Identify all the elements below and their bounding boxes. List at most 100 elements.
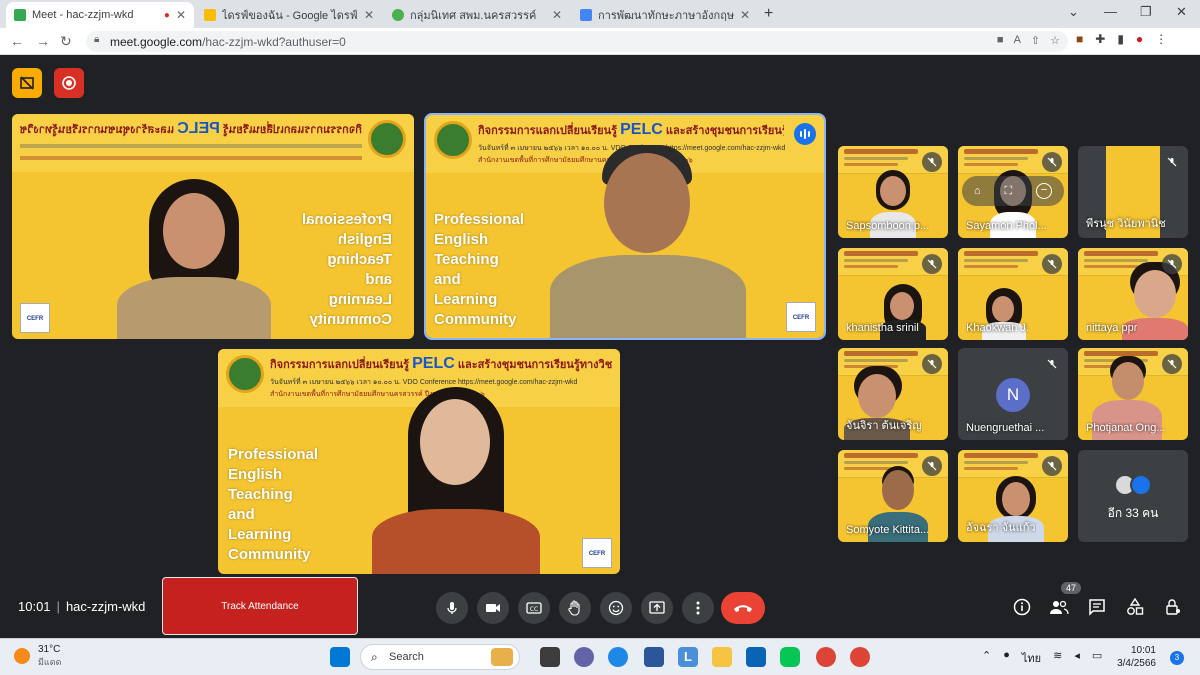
banner-headline: กิจกรรมการแลกเปลี่ยนเรียนรู้ PELC และสร้… <box>270 355 612 372</box>
address-bar[interactable]: 🔒︎ meet.google.com/hac-zzjm-wkd?authuser… <box>86 31 1068 52</box>
bookmark-star-icon[interactable]: ☆ <box>1050 34 1060 47</box>
close-tab-icon[interactable]: ✕ <box>176 8 186 22</box>
sidepanel-icon[interactable]: ▮ <box>1117 32 1124 46</box>
meeting-details-button[interactable] <box>1011 596 1033 618</box>
participant-tile[interactable]: พีรนุช วินัยพานิช <box>1078 146 1188 238</box>
host-controls-button[interactable] <box>1162 596 1184 618</box>
participant-name: Khaokwan J. <box>966 322 1029 334</box>
tab-title: ไดรฟ์ของฉัน - Google ไดรฟ์ <box>222 10 358 22</box>
captions-button[interactable]: CC <box>518 592 550 624</box>
clock[interactable]: 10:01 3/4/2566 <box>1117 644 1156 670</box>
participant-name: Sayamon Phol... <box>966 220 1047 232</box>
close-tab-icon[interactable]: ✕ <box>552 8 562 22</box>
participant-tile[interactable]: จันจิรา ต้นเจริญ <box>838 348 948 440</box>
language-indicator[interactable]: ไทย <box>1022 649 1041 667</box>
recording-icon[interactable] <box>54 68 84 98</box>
profile-avatar[interactable]: ● <box>1136 32 1143 46</box>
more-participants-tile[interactable]: อีก 33 คน <box>1078 450 1188 542</box>
chrome-profile-icon[interactable] <box>850 647 870 667</box>
participant-tile[interactable]: nittaya ppr <box>1078 248 1188 340</box>
banner-headline: กิจกรรมการแลกเปลี่ยนเรียนรู้ PELC และสร้… <box>20 120 362 137</box>
hangup-icon <box>734 605 752 612</box>
leave-call-button[interactable] <box>721 592 765 624</box>
camera-icon[interactable]: ■ <box>997 34 1004 47</box>
line-icon[interactable] <box>780 647 800 667</box>
reactions-button[interactable] <box>600 592 632 624</box>
task-view-icon[interactable] <box>540 647 560 667</box>
maximize-icon[interactable]: ❐ <box>1140 4 1152 20</box>
track-attendance-button[interactable]: Track Attendance <box>162 577 358 635</box>
participant-video <box>358 379 548 574</box>
remove-icon[interactable]: − <box>1036 183 1053 199</box>
start-icon[interactable] <box>330 647 350 667</box>
reload-icon[interactable]: ↻ <box>60 33 72 50</box>
puzzle-icon[interactable]: ✚ <box>1095 32 1105 46</box>
video-tile-presenter-3[interactable]: กิจกรรมการแลกเปลี่ยนเรียนรู้ PELC และสร้… <box>218 349 620 574</box>
tab-meet[interactable]: Meet - hac-zzjm-wkd ● ✕ <box>6 2 194 28</box>
edge-icon[interactable] <box>608 647 628 667</box>
share-icon[interactable]: ⇧ <box>1031 34 1040 47</box>
mic-tray-icon[interactable]: ● <box>1003 649 1010 667</box>
omnibox-icons: ■ A ⇧ ☆ <box>997 34 1060 47</box>
close-tab-icon[interactable]: ✕ <box>740 8 750 22</box>
chat-button[interactable] <box>1086 596 1108 618</box>
mail-icon[interactable] <box>746 647 766 667</box>
new-tab-button[interactable]: + <box>764 5 773 23</box>
participant-tile[interactable]: ⌂ ⛶ − Sayamon Phol... <box>958 146 1068 238</box>
tab-drive[interactable]: ไดรฟ์ของฉัน - Google ไดรฟ์ ✕ <box>196 2 382 28</box>
participant-tile[interactable]: อัจฉรา จันแก้ว <box>958 450 1068 542</box>
l-app-icon[interactable]: L <box>678 647 698 667</box>
mic-button[interactable] <box>436 592 468 624</box>
participant-name: Nuengruethai ... <box>966 422 1045 434</box>
translate-icon[interactable]: A <box>1014 34 1021 47</box>
chevron-up-icon[interactable]: ⌃ <box>982 649 991 667</box>
meet-favicon-icon <box>14 9 26 21</box>
present-button[interactable] <box>641 592 673 624</box>
mic-off-icon <box>922 456 942 476</box>
people-button[interactable] <box>1048 596 1070 618</box>
notification-badge[interactable]: 3 <box>1170 651 1184 665</box>
close-window-icon[interactable]: ✕ <box>1176 4 1187 20</box>
captions-off-icon[interactable] <box>12 68 42 98</box>
browser-tab-bar: Meet - hac-zzjm-wkd ● ✕ ไดรฟ์ของฉัน - Go… <box>0 0 1200 28</box>
volume-icon[interactable]: ◂ <box>1074 649 1080 667</box>
camera-button[interactable] <box>477 592 509 624</box>
participant-tile[interactable]: khanistha srinil <box>838 248 948 340</box>
tab-search-chevron-icon[interactable]: ⌄ <box>1068 4 1079 20</box>
wifi-icon[interactable]: ≋ <box>1053 649 1062 667</box>
video-tile-active-speaker[interactable]: กิจกรรมการแลกเปลี่ยนเรียนรู้ PELC และสร้… <box>424 113 826 340</box>
hover-controls[interactable]: ⌂ ⛶ − <box>962 176 1064 206</box>
video-tile-presenter-1[interactable]: กิจกรรมการแลกเปลี่ยนเรียนรู้ PELC และสร้… <box>12 114 414 339</box>
extension-icon[interactable]: ■ <box>1076 32 1083 46</box>
taskbar-search[interactable]: ⌕ Search <box>360 644 520 670</box>
participant-tile[interactable]: Sapsomboon p... <box>838 146 948 238</box>
pin-icon[interactable]: ⌂ <box>974 185 981 197</box>
participant-tile[interactable]: Khaokwan J. <box>958 248 1068 340</box>
mic-off-icon <box>1042 354 1062 374</box>
minimize-icon[interactable]: — <box>1104 4 1117 19</box>
participant-tile[interactable]: Photjanat Ong... <box>1078 348 1188 440</box>
temperature: 31°C <box>38 644 61 655</box>
forward-icon[interactable]: → <box>36 33 50 49</box>
close-tab-icon[interactable]: ✕ <box>364 8 374 22</box>
word-icon[interactable] <box>644 647 664 667</box>
school-emblem-icon <box>226 355 264 393</box>
back-icon[interactable]: ← <box>10 33 24 49</box>
fullscreen-icon[interactable]: ⛶ <box>1004 185 1012 198</box>
menu-dots-icon[interactable]: ⋮ <box>1155 32 1167 46</box>
file-explorer-icon[interactable] <box>712 647 732 667</box>
mic-off-icon <box>1162 354 1182 374</box>
battery-icon[interactable]: ▭ <box>1092 649 1102 667</box>
weather-widget[interactable]: 31°C มีแดด <box>14 644 61 668</box>
url-path: /hac-zzjm-wkd?authuser=0 <box>202 35 346 49</box>
participant-tile[interactable]: Somyote Kittita... <box>838 450 948 542</box>
more-options-button[interactable] <box>682 592 714 624</box>
teams-chat-icon[interactable] <box>574 647 594 667</box>
tab-forms[interactable]: การพัฒนาทักษะภาษาอังกฤษ English ✕ <box>572 2 758 28</box>
activities-button[interactable] <box>1124 596 1146 618</box>
raise-hand-button[interactable] <box>559 592 591 624</box>
tab-supervision[interactable]: กลุ่มนิเทศ สพม.นครสวรรค์ ✕ <box>384 2 570 28</box>
participant-tile[interactable]: N Nuengruethai ... <box>958 348 1068 440</box>
mic-off-icon <box>922 254 942 274</box>
chrome-icon[interactable] <box>816 647 836 667</box>
